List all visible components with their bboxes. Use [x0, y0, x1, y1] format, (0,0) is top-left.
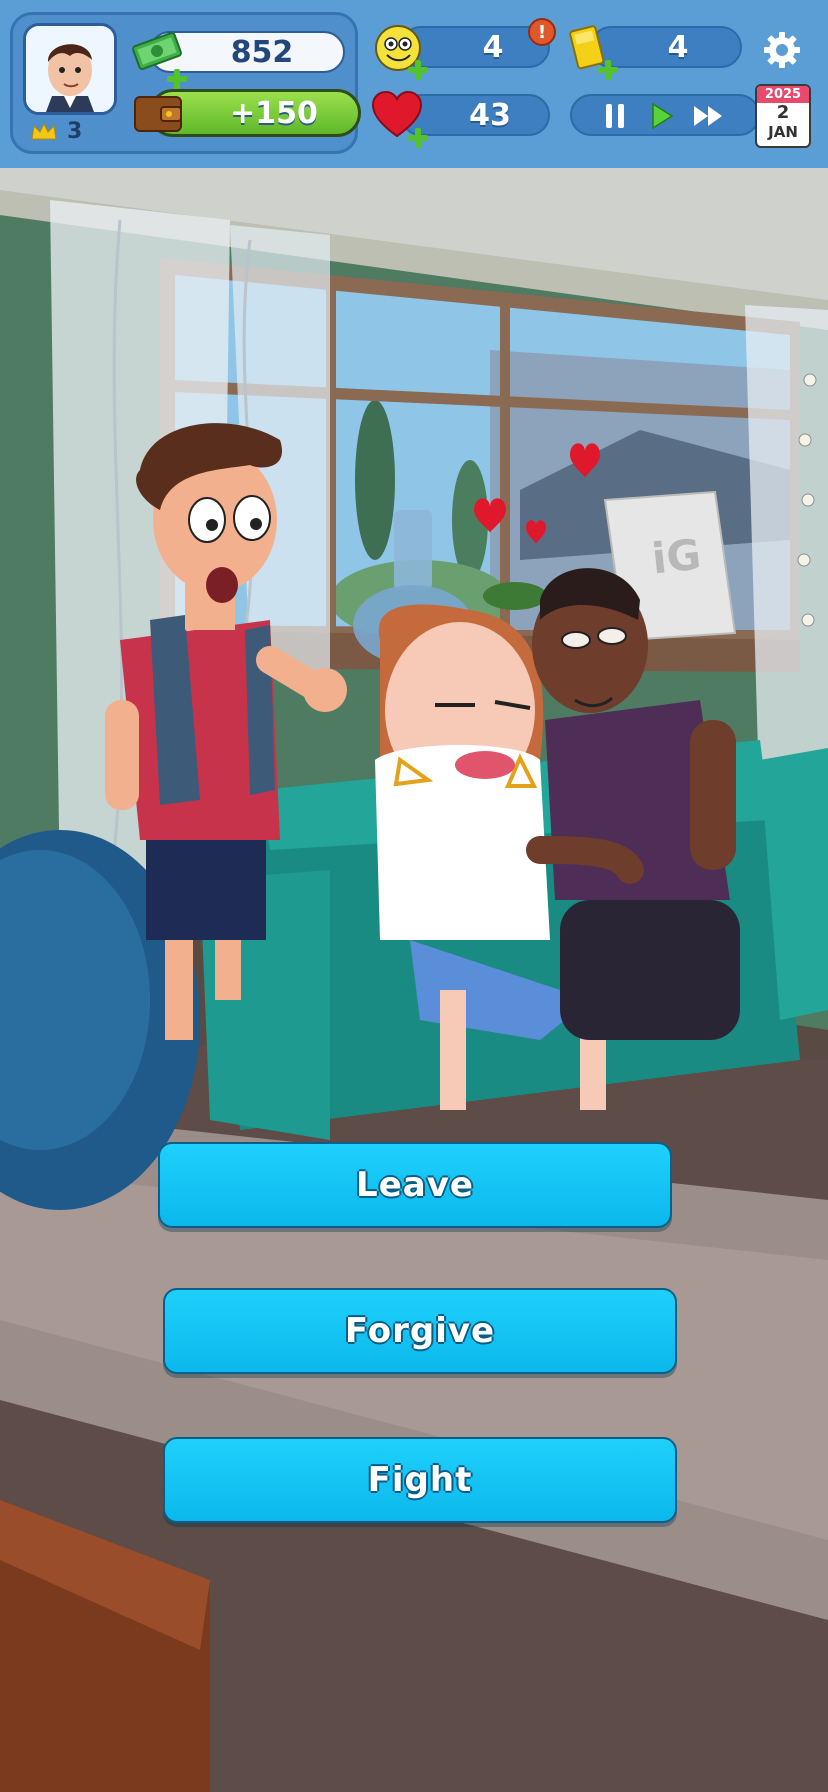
forgive-button[interactable]: Forgive: [163, 1288, 677, 1374]
hearts-plus-icon[interactable]: [408, 128, 428, 148]
leave-button[interactable]: Leave: [158, 1142, 672, 1228]
cash-plus-icon[interactable]: [167, 69, 187, 89]
notification-badge-mark: !: [537, 21, 547, 43]
ticket-plus-icon[interactable]: [598, 60, 618, 80]
poster-text: iG: [649, 529, 704, 584]
calendar-month: JAN: [768, 123, 798, 141]
player-panel: 3 852 +150: [10, 12, 361, 154]
living-room-scene: [0, 168, 828, 1792]
top-hud: 3 852 +150 4 ! 4 43 2025 2 JAN: [0, 0, 828, 168]
calendar-day: 2: [776, 102, 790, 123]
player-level: 3: [67, 119, 83, 144]
calendar-date[interactable]: 2025 2 JAN: [755, 84, 811, 148]
player-portrait-icon: [26, 26, 114, 112]
notification-badge[interactable]: !: [528, 18, 556, 46]
wallet-icon: [131, 91, 185, 135]
smiley-plus-icon[interactable]: [408, 60, 428, 80]
calendar-year: 2025: [757, 86, 809, 103]
fast-forward-icon[interactable]: [692, 102, 726, 130]
play-icon[interactable]: [650, 102, 674, 130]
cash-icon: [131, 29, 183, 73]
fight-button-label: Fight: [367, 1460, 473, 1500]
crown-icon: [31, 122, 57, 141]
pause-icon[interactable]: [604, 102, 626, 130]
settings-gear-icon[interactable]: [762, 30, 802, 70]
player-avatar[interactable]: [23, 23, 117, 115]
leave-button-label: Leave: [356, 1165, 474, 1205]
forgive-button-label: Forgive: [344, 1311, 496, 1351]
fight-button[interactable]: Fight: [163, 1437, 677, 1523]
